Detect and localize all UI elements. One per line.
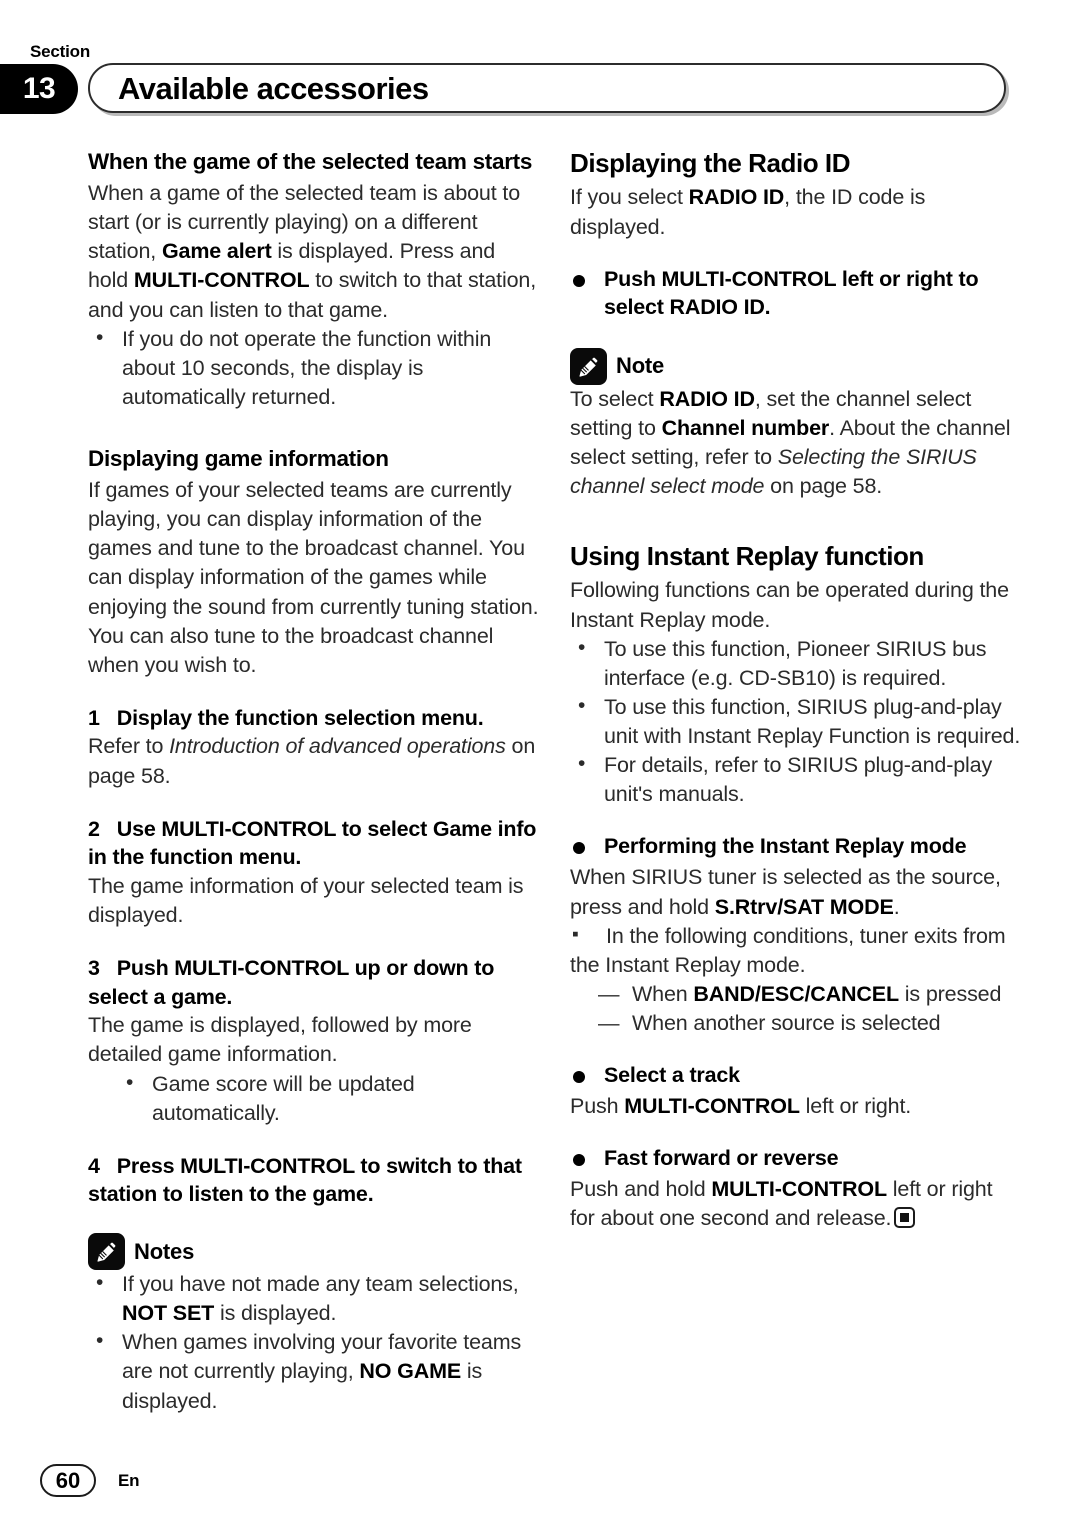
list-item: When another source is selected bbox=[570, 1009, 1022, 1038]
list-item: If you do not operate the function withi… bbox=[88, 324, 540, 412]
step-1-title: 1 Display the function selection menu. bbox=[88, 704, 540, 733]
pencil-icon bbox=[88, 1233, 125, 1271]
bullet-heading-push-multicontrol: Push MULTI-CONTROL left or right to sele… bbox=[570, 266, 1022, 322]
step-3-body: The game is displayed, followed by more … bbox=[88, 1013, 472, 1067]
pencil-icon bbox=[570, 347, 607, 385]
square-bullet-list-exit-conditions: In the following conditions, tuner exits… bbox=[570, 922, 1022, 980]
paragraph-game-starts: When a game of the selected team is abou… bbox=[88, 181, 537, 322]
step-number: 3 bbox=[88, 956, 100, 981]
step-2-body: The game information of your selected te… bbox=[88, 873, 524, 928]
list-item: When BAND/ESC/CANCEL is pressed bbox=[570, 980, 1022, 1009]
step-2-title: 2 Use MULTI-CONTROL to select Game info i… bbox=[88, 815, 540, 872]
bullet-heading-fast-forward: Fast forward or reverse bbox=[570, 1145, 1022, 1173]
step-3-title: 3 Push MULTI-CONTROL up or down to select… bbox=[88, 954, 540, 1011]
step-text: Push MULTI-CONTROL up or down to select … bbox=[88, 956, 495, 1009]
section-label: Section bbox=[30, 42, 91, 61]
heading-displaying-game-info: Displaying game information bbox=[88, 446, 389, 471]
paragraph-text: Push and hold MULTI-CONTROL left or righ… bbox=[570, 1177, 993, 1231]
step-number: 4 bbox=[88, 1153, 100, 1178]
list-item: In the following conditions, tuner exits… bbox=[570, 922, 1022, 980]
list-item: If you have not made any team selections… bbox=[88, 1269, 540, 1328]
list-item: For details, refer to SIRIUS plug-and-pl… bbox=[570, 750, 1022, 809]
bullet-list-game-score: Game score will be updated automatically… bbox=[88, 1069, 540, 1128]
dash-list-exit-conditions: When BAND/ESC/CANCEL is pressedWhen anot… bbox=[570, 980, 1022, 1038]
page-number-badge: 60 bbox=[40, 1464, 96, 1497]
notes-bullet-list: If you have not made any team selections… bbox=[88, 1269, 540, 1416]
step-text: Display the function selection menu. bbox=[116, 705, 484, 730]
step-text: Use MULTI-CONTROL to select Game info in… bbox=[88, 816, 537, 870]
right-column: Displaying the Radio ID If you select RA… bbox=[570, 148, 1022, 1233]
bullet-heading-select-track: Select a track bbox=[570, 1062, 1022, 1090]
language-label: En bbox=[118, 1470, 140, 1490]
paragraph-radio-id: If you select RADIO ID, the ID code is d… bbox=[570, 185, 926, 239]
heading-game-starts: When the game of the selected team start… bbox=[88, 149, 533, 174]
step-number: 1 bbox=[88, 705, 100, 730]
paragraph-performing-replay: When SIRIUS tuner is selected as the sou… bbox=[570, 865, 1001, 919]
paragraph-displaying-game-info: If games of your selected teams are curr… bbox=[88, 478, 539, 677]
list-item: To use this function, SIRIUS plug-and-pl… bbox=[570, 692, 1022, 751]
list-item: When games involving your favorite teams… bbox=[88, 1327, 540, 1415]
step-1-body: Refer to Introduction of advanced operat… bbox=[88, 734, 536, 788]
paragraph-select-track: Push MULTI-CONTROL left or right. bbox=[570, 1094, 912, 1119]
page-footer: 60 En bbox=[40, 1464, 140, 1497]
step-text: Press MULTI-CONTROL to switch to that st… bbox=[88, 1153, 522, 1207]
note-label: Note bbox=[616, 353, 665, 379]
paragraph-fast-forward: Push and hold MULTI-CONTROL left or righ… bbox=[570, 1175, 1022, 1233]
end-of-section-marker-icon bbox=[894, 1207, 916, 1229]
page-title: Available accessories bbox=[118, 71, 429, 106]
bullet-list-auto-return: If you do not operate the function withi… bbox=[88, 324, 540, 412]
page-header: Section 13 Available accessories bbox=[0, 0, 1080, 128]
note-body: To select RADIO ID, set the channel sele… bbox=[570, 386, 1011, 498]
note-badge: Note bbox=[570, 347, 1022, 385]
bullet-list-instant-replay-requirements: To use this function, Pioneer SIRIUS bus… bbox=[570, 634, 1022, 810]
bullet-heading-performing-replay: Performing the Instant Replay mode bbox=[570, 833, 1022, 861]
left-column: When the game of the selected team start… bbox=[88, 148, 540, 1416]
notes-badge: Notes bbox=[88, 1233, 540, 1271]
heading-instant-replay: Using Instant Replay function bbox=[570, 541, 924, 572]
list-item: Game score will be updated automatically… bbox=[88, 1069, 540, 1128]
section-number-badge: 13 bbox=[0, 64, 78, 114]
paragraph-instant-replay: Following functions can be operated duri… bbox=[570, 578, 1009, 632]
notes-label: Notes bbox=[134, 1238, 195, 1264]
heading-displaying-radio-id: Displaying the Radio ID bbox=[570, 148, 851, 178]
step-4-title: 4 Press MULTI-CONTROL to switch to that s… bbox=[88, 1152, 540, 1209]
step-number: 2 bbox=[88, 816, 100, 841]
list-item: To use this function, Pioneer SIRIUS bus… bbox=[570, 634, 1022, 693]
